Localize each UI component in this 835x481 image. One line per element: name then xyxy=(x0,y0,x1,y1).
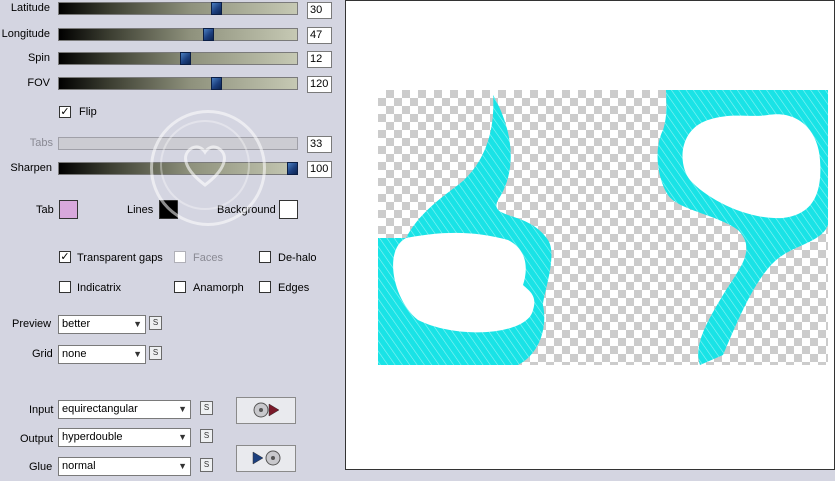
hyperdouble-render xyxy=(378,90,828,365)
chevron-down-icon: ▼ xyxy=(133,349,142,359)
tabs-label: Tabs xyxy=(29,137,53,149)
fov-label: FOV xyxy=(27,77,50,89)
anamorph-label: Anamorph xyxy=(193,282,244,294)
watermark-heart-icon xyxy=(160,120,250,210)
watermark-seal xyxy=(150,110,266,226)
de-halo-label: De-halo xyxy=(278,252,317,264)
settings-panel: Latitude 30 Longitude 47 Spin 12 FOV 120… xyxy=(0,0,345,481)
preview-image xyxy=(378,90,828,365)
chevron-down-icon: ▼ xyxy=(178,432,187,442)
longitude-slider[interactable] xyxy=(58,28,298,41)
de-halo-checkbox[interactable] xyxy=(259,251,271,263)
chevron-down-icon: ▼ xyxy=(133,319,142,329)
glue-select-value: normal xyxy=(62,460,96,472)
disc-play-icon xyxy=(253,402,280,418)
indicatrix-checkbox[interactable] xyxy=(59,281,71,293)
flip-checkbox[interactable]: ✓ xyxy=(59,106,71,118)
glue-s-button[interactable]: S xyxy=(200,458,213,472)
longitude-label: Longitude xyxy=(1,28,50,40)
chevron-down-icon: ▼ xyxy=(178,461,187,471)
spin-slider-thumb[interactable] xyxy=(180,52,191,65)
grid-select-value: none xyxy=(62,348,87,360)
longitude-slider-thumb[interactable] xyxy=(203,28,214,41)
grid-select[interactable]: none ▼ xyxy=(58,345,146,364)
chevron-down-icon: ▼ xyxy=(178,404,187,414)
glue-select[interactable]: normal ▼ xyxy=(58,457,191,476)
latitude-label: Latitude xyxy=(10,2,50,14)
input-select[interactable]: equirectangular ▼ xyxy=(58,400,191,419)
save-output-button[interactable] xyxy=(236,445,296,472)
edges-label: Edges xyxy=(278,282,310,294)
load-input-button[interactable] xyxy=(236,397,296,424)
transparent-gaps-label: Transparent gaps xyxy=(77,252,163,264)
tab-color-swatch[interactable] xyxy=(59,200,78,219)
flip-label: Flip xyxy=(79,106,97,118)
output-select-value: hyperdouble xyxy=(62,431,123,443)
tabs-value[interactable]: 33 xyxy=(307,136,332,153)
latitude-slider-thumb[interactable] xyxy=(211,2,222,15)
fov-value[interactable]: 120 xyxy=(307,76,332,93)
edges-checkbox[interactable] xyxy=(259,281,271,293)
latitude-slider[interactable] xyxy=(58,2,298,15)
sharpen-value[interactable]: 100 xyxy=(307,161,332,178)
preview-select[interactable]: better ▼ xyxy=(58,315,146,334)
sharpen-slider-thumb[interactable] xyxy=(287,162,298,175)
input-label: Input xyxy=(29,404,54,416)
input-select-value: equirectangular xyxy=(62,403,138,415)
faces-label: Faces xyxy=(193,252,223,264)
fov-slider-thumb[interactable] xyxy=(211,77,222,90)
output-label: Output xyxy=(20,433,54,445)
preview-select-value: better xyxy=(62,318,91,330)
fov-slider[interactable] xyxy=(58,77,298,90)
anamorph-checkbox[interactable] xyxy=(174,281,186,293)
output-select[interactable]: hyperdouble ▼ xyxy=(58,428,191,447)
faces-checkbox[interactable] xyxy=(174,251,186,263)
preview-label: Preview xyxy=(12,318,52,330)
input-s-button[interactable]: S xyxy=(200,401,213,415)
longitude-value[interactable]: 47 xyxy=(307,27,332,44)
tab-color-label: Tab xyxy=(36,204,54,216)
latitude-value[interactable]: 30 xyxy=(307,2,332,19)
output-s-button[interactable]: S xyxy=(200,429,213,443)
spin-slider[interactable] xyxy=(58,52,298,65)
grid-s-button[interactable]: S xyxy=(149,346,162,360)
transparent-gaps-checkbox[interactable]: ✓ xyxy=(59,251,71,263)
play-disc-icon xyxy=(252,450,281,466)
glue-label: Glue xyxy=(29,461,53,473)
preview-s-button[interactable]: S xyxy=(149,316,162,330)
spin-value[interactable]: 12 xyxy=(307,51,332,68)
spin-label: Spin xyxy=(27,52,50,64)
indicatrix-label: Indicatrix xyxy=(77,282,122,294)
sharpen-label: Sharpen xyxy=(10,162,52,174)
grid-label: Grid xyxy=(32,348,53,360)
background-color-swatch[interactable] xyxy=(279,200,298,219)
